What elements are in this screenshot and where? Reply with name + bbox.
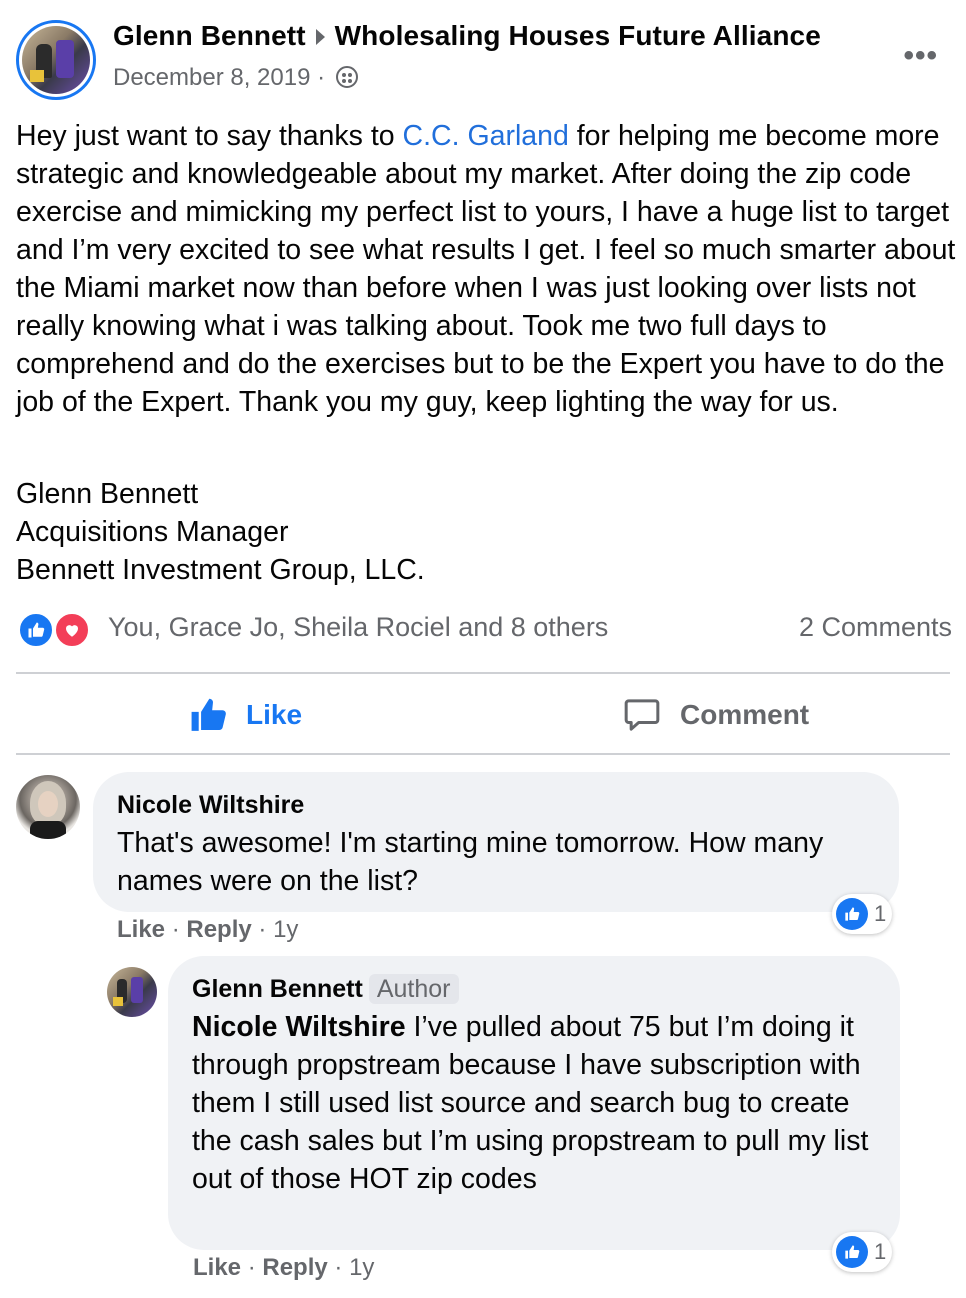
comment-count[interactable]: 2 Comments bbox=[799, 612, 952, 643]
reply-like-link[interactable]: Like bbox=[193, 1254, 241, 1281]
thumbs-up-icon bbox=[191, 698, 226, 731]
reply-actions: Like · Reply · 1y bbox=[193, 1254, 374, 1282]
reactions-bar: You, Grace Jo, Sheila Rociel and 8 other… bbox=[18, 610, 952, 650]
post-date[interactable]: December 8, 2019 · bbox=[113, 64, 325, 91]
mention-link[interactable]: C.C. Garland bbox=[403, 120, 569, 152]
more-options-button[interactable]: ••• bbox=[903, 41, 938, 71]
comment-time[interactable]: 1y bbox=[273, 916, 298, 943]
like-icon bbox=[836, 1236, 868, 1268]
love-icon bbox=[54, 612, 90, 648]
like-button-label: Like bbox=[246, 699, 303, 730]
comment-icon bbox=[624, 699, 660, 731]
like-icon bbox=[18, 612, 54, 648]
divider bbox=[16, 753, 950, 755]
reply-author[interactable]: Glenn Bennett bbox=[192, 975, 363, 1003]
avatar-image bbox=[22, 26, 90, 94]
reply-author-avatar[interactable] bbox=[107, 967, 157, 1017]
signature-line: Glenn Bennett bbox=[16, 478, 199, 510]
separator: · bbox=[247, 1254, 256, 1281]
reply-author-line: Glenn Bennett Author bbox=[192, 974, 876, 1004]
comment-reply-link[interactable]: Reply bbox=[186, 916, 251, 943]
post-header: Glenn Bennett Wholesaling Houses Future A… bbox=[16, 18, 950, 102]
post-author-line: Glenn Bennett Wholesaling Houses Future A… bbox=[113, 20, 821, 52]
comment-author[interactable]: Nicole Wiltshire bbox=[117, 790, 875, 820]
reply-bubble: Glenn Bennett Author Nicole Wiltshire I’v… bbox=[168, 956, 900, 1250]
post-actions: Like Comment bbox=[16, 676, 950, 754]
signature-line: Bennett Investment Group, LLC. bbox=[16, 554, 425, 586]
separator: · bbox=[258, 916, 267, 943]
reply-reaction-count[interactable]: 1 bbox=[832, 1232, 893, 1272]
globe-icon bbox=[335, 66, 358, 88]
shared-to-arrow-icon bbox=[315, 28, 325, 45]
reply-text: Nicole Wiltshire I’ve pulled about 75 bu… bbox=[192, 1008, 876, 1198]
reaction-count: 1 bbox=[874, 1239, 887, 1264]
post-signature: Glenn Bennett Acquisitions Manager Benne… bbox=[16, 475, 425, 589]
comment-actions: Like · Reply · 1y bbox=[117, 916, 298, 944]
post-author-name[interactable]: Glenn Bennett bbox=[113, 20, 306, 51]
author-avatar[interactable] bbox=[16, 20, 96, 100]
divider bbox=[16, 672, 950, 674]
reaction-icons[interactable] bbox=[18, 612, 94, 648]
reaction-names[interactable]: You, Grace Jo, Sheila Rociel and 8 other… bbox=[108, 612, 608, 643]
post-group-name[interactable]: Wholesaling Houses Future Alliance bbox=[335, 20, 821, 51]
reply-reply-link[interactable]: Reply bbox=[262, 1254, 327, 1281]
comment-text: That's awesome! I'm starting mine tomorr… bbox=[117, 827, 824, 897]
comment-like-link[interactable]: Like bbox=[117, 916, 165, 943]
author-badge: Author bbox=[368, 974, 459, 1004]
post-meta: December 8, 2019 · bbox=[113, 64, 358, 92]
comment-bubble: Nicole Wiltshire That's awesome! I'm sta… bbox=[93, 772, 899, 912]
post-text-part: Hey just want to say thanks to bbox=[16, 120, 403, 152]
comment-button-label: Comment bbox=[680, 699, 810, 730]
comment-reaction-count[interactable]: 1 bbox=[832, 894, 893, 934]
separator: · bbox=[171, 916, 180, 943]
reply-mention[interactable]: Nicole Wiltshire bbox=[192, 1011, 406, 1043]
post-text-part: for helping me become more strategic and… bbox=[16, 120, 956, 418]
separator: · bbox=[334, 1254, 343, 1281]
reply-time[interactable]: 1y bbox=[349, 1254, 374, 1281]
like-button[interactable]: Like bbox=[190, 676, 302, 754]
comment-button[interactable]: Comment bbox=[622, 676, 809, 754]
post-body: Hey just want to say thanks to C.C. Garl… bbox=[16, 117, 956, 421]
like-icon bbox=[836, 898, 868, 930]
commenter-avatar[interactable] bbox=[16, 775, 80, 839]
reaction-count: 1 bbox=[874, 901, 887, 926]
signature-line: Acquisitions Manager bbox=[16, 516, 289, 548]
